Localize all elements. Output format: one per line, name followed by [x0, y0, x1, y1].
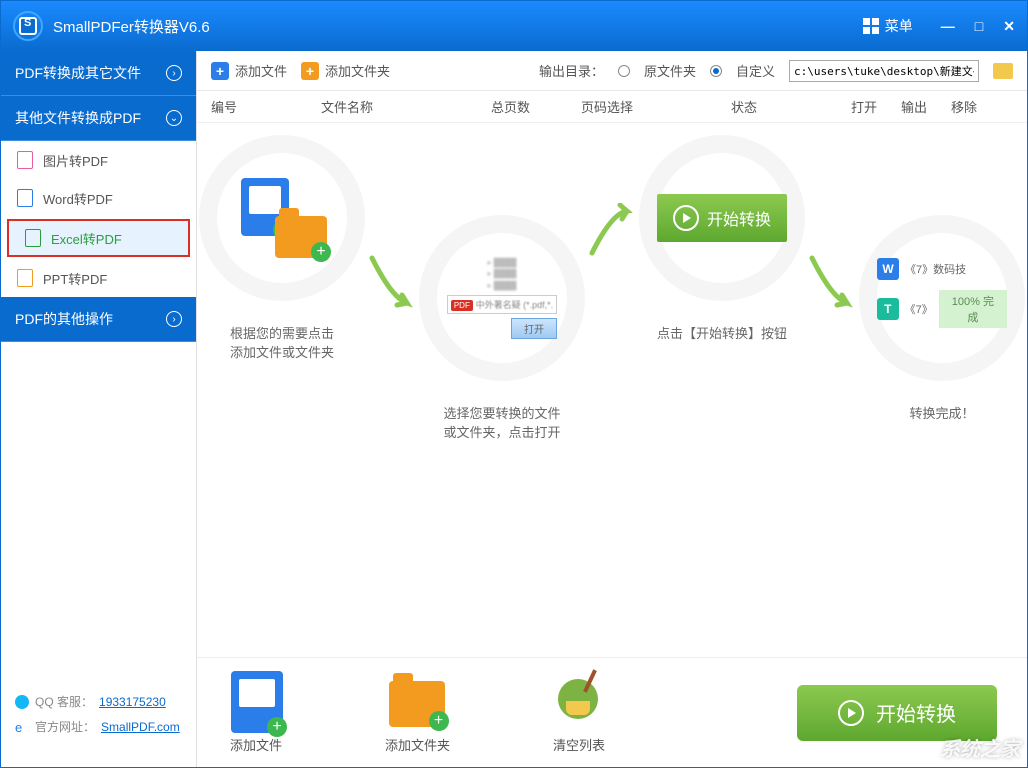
step-1: 根据您的需要点击 添加文件或文件夹 [217, 153, 347, 361]
radio-custom-folder[interactable] [710, 65, 722, 77]
sidebar-header-pdf-to-other[interactable]: PDF转换成其它文件 › [1, 51, 196, 96]
sidebar-header-label: PDF转换成其它文件 [15, 63, 141, 83]
chevron-right-icon: › [166, 65, 182, 81]
broom-icon [558, 679, 598, 719]
done-badge: 100% 完成 [939, 290, 1007, 328]
qq-link[interactable]: 1933175230 [99, 695, 166, 709]
menu-label: 菜单 [885, 16, 913, 36]
start-convert-label: 开始转换 [876, 698, 956, 727]
maximize-button[interactable]: □ [975, 18, 983, 35]
radio-source-folder[interactable] [618, 65, 630, 77]
plus-icon: + [301, 62, 319, 80]
preview-filename: 中外著名疑 (*.pdf,*. [476, 300, 554, 310]
bottom-add-folder[interactable]: 添加文件夹 [385, 671, 450, 754]
th-index: 编号 [211, 97, 321, 116]
titlebar: SmallPDFer转换器V6.6 菜单 — □ ✕ [1, 1, 1027, 51]
play-icon [673, 205, 699, 231]
content-area: 根据您的需要点击 添加文件或文件夹 ▸ ████▸ ████▸ ████ PDF… [197, 123, 1027, 657]
plus-icon: + [211, 62, 229, 80]
output-label: 输出目录： [539, 61, 604, 80]
chevron-down-icon: ⌄ [166, 110, 182, 126]
bottom-add-file-label: 添加文件 [230, 735, 282, 754]
add-file-label: 添加文件 [235, 61, 287, 80]
close-button[interactable]: ✕ [1003, 18, 1015, 35]
step-2: ▸ ████▸ ████▸ ████ PDF 中外著名疑 (*.pdf,*. 打… [437, 233, 567, 441]
folder-add-icon [389, 681, 445, 727]
qq-icon [15, 695, 29, 709]
sidebar-item-ppt-to-pdf[interactable]: PPT转PDF [1, 259, 196, 297]
result-file-1: 《7》数码技 [905, 261, 966, 277]
text-icon: T [877, 298, 899, 320]
output-path-input[interactable] [789, 60, 979, 82]
radio-custom-label: 自定义 [736, 61, 775, 80]
step-1-text: 根据您的需要点击 添加文件或文件夹 [230, 323, 334, 361]
document-add-icon [231, 671, 283, 733]
word-file-icon [17, 189, 33, 207]
bottom-clear-label: 清空列表 [553, 735, 605, 754]
sidebar-item-label: Excel转PDF [51, 229, 122, 248]
excel-file-icon [25, 229, 41, 247]
sidebar-item-word-to-pdf[interactable]: Word转PDF [1, 179, 196, 217]
bottom-bar: 添加文件 添加文件夹 清空列表 开始转换 [197, 657, 1027, 767]
menu-button[interactable]: 菜单 [863, 16, 913, 36]
add-folder-button[interactable]: + 添加文件夹 [301, 61, 390, 80]
bottom-add-file[interactable]: 添加文件 [227, 671, 285, 754]
step-4-text: 转换完成！ [910, 403, 975, 422]
sidebar-item-label: 图片转PDF [43, 151, 108, 170]
th-filename: 文件名称 [321, 97, 491, 116]
image-file-icon [17, 151, 33, 169]
globe-icon: e [15, 720, 29, 734]
th-pagecount: 总页数 [491, 97, 581, 116]
app-logo [13, 11, 43, 41]
arrow-icon [807, 253, 857, 313]
sidebar-item-excel-to-pdf[interactable]: Excel转PDF [7, 219, 190, 257]
th-open: 打开 [851, 97, 901, 116]
browse-folder-button[interactable] [993, 63, 1013, 79]
sidebar-header-label: 其他文件转换成PDF [15, 108, 141, 128]
th-pageselect: 页码选择 [581, 97, 731, 116]
step-2-text: 选择您要转换的文件 或文件夹，点击打开 [443, 403, 560, 441]
toolbar: + 添加文件 + 添加文件夹 输出目录： 原文件夹 自定义 [197, 51, 1027, 91]
add-file-button[interactable]: + 添加文件 [211, 61, 287, 80]
sidebar: PDF转换成其它文件 › 其他文件转换成PDF ⌄ 图片转PDF Word转PD… [1, 51, 197, 767]
sidebar-header-label: PDF的其他操作 [15, 309, 113, 329]
play-icon [838, 700, 864, 726]
step-3: 开始转换 点击【开始转换】按钮 [657, 153, 787, 342]
start-preview: 开始转换 [657, 194, 787, 242]
sidebar-header-other-to-pdf[interactable]: 其他文件转换成PDF ⌄ [1, 96, 196, 141]
grid-icon [863, 18, 879, 34]
add-folder-label: 添加文件夹 [325, 61, 390, 80]
th-status: 状态 [731, 97, 851, 116]
sidebar-item-image-to-pdf[interactable]: 图片转PDF [1, 141, 196, 179]
arrow-icon [367, 253, 417, 313]
step-4: W 《7》数码技 T 《7》 100% 完成 转换完成！ [877, 233, 1007, 422]
sidebar-item-label: PPT转PDF [43, 269, 107, 288]
site-label: 官方网址： [35, 718, 95, 735]
bottom-clear[interactable]: 清空列表 [550, 671, 608, 754]
start-preview-label: 开始转换 [707, 206, 771, 230]
step-3-text: 点击【开始转换】按钮 [657, 323, 787, 342]
start-convert-button[interactable]: 开始转换 [797, 685, 997, 741]
arrow-icon [587, 203, 637, 263]
th-remove: 移除 [951, 97, 1001, 116]
minimize-button[interactable]: — [941, 18, 955, 35]
app-title: SmallPDFer转换器V6.6 [53, 16, 863, 37]
radio-source-label: 原文件夹 [644, 61, 696, 80]
bottom-add-folder-label: 添加文件夹 [385, 735, 450, 754]
sidebar-item-label: Word转PDF [43, 189, 113, 208]
chevron-right-icon: › [166, 311, 182, 327]
table-header: 编号 文件名称 总页数 页码选择 状态 打开 输出 移除 [197, 91, 1027, 123]
preview-open-label: 打开 [511, 318, 557, 339]
th-output: 输出 [901, 97, 951, 116]
word-icon: W [877, 258, 899, 280]
result-file-2: 《7》 [905, 301, 933, 317]
qq-label: QQ 客服： [35, 693, 93, 710]
ppt-file-icon [17, 269, 33, 287]
site-link[interactable]: SmallPDF.com [101, 720, 180, 734]
main-panel: + 添加文件 + 添加文件夹 输出目录： 原文件夹 自定义 编号 文件名称 [197, 51, 1027, 767]
sidebar-header-pdf-ops[interactable]: PDF的其他操作 › [1, 297, 196, 342]
sidebar-footer: QQ 客服： 1933175230 e 官方网址： SmallPDF.com [1, 681, 196, 767]
folder-icon [275, 216, 327, 258]
